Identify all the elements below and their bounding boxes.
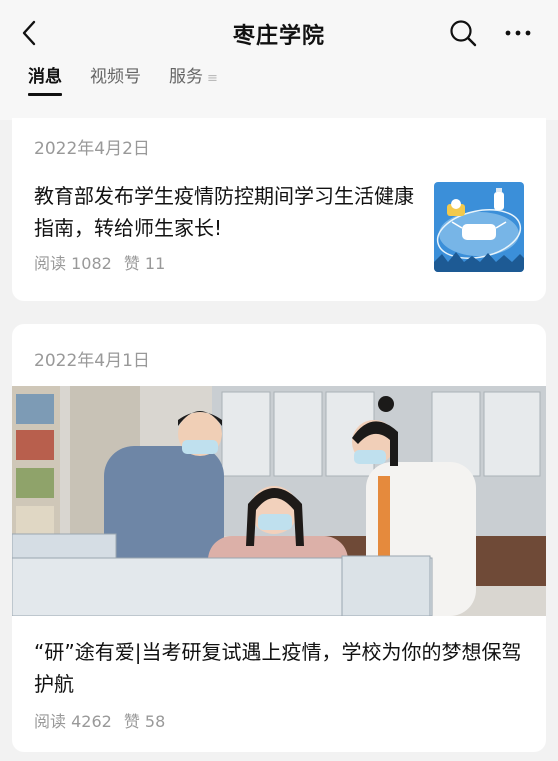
- article-cover-image[interactable]: [12, 386, 546, 616]
- article-card[interactable]: 2022年4月2日 教育部发布学生疫情防控期间学习生活健康指南，转给师生家长! …: [12, 118, 546, 301]
- search-icon: [450, 20, 477, 47]
- menu-icon: ≡: [207, 71, 218, 86]
- article-thumbnail[interactable]: [434, 182, 524, 272]
- more-horizontal-icon: [505, 30, 531, 36]
- like-count: 赞 11: [123, 254, 166, 273]
- tab-services[interactable]: 服务 ≡: [169, 62, 218, 96]
- article-card[interactable]: 2022年4月1日 “研”途有爱|当考研复试遇上疫情，学校为你的梦想保驾护航 阅…: [12, 324, 546, 752]
- article-stats: 阅读 4262 赞 58: [34, 708, 165, 732]
- article-title[interactable]: “研”途有爱|当考研复试遇上疫情，学校为你的梦想保驾护航: [34, 636, 534, 700]
- tab-channels-label: 视频号: [90, 67, 141, 87]
- tab-channels[interactable]: 视频号: [90, 62, 141, 96]
- article-stats: 阅读 1082 赞 11: [34, 250, 165, 274]
- search-button[interactable]: [446, 16, 480, 50]
- top-bar: 枣庄学院 消息 视频号 服务 ≡: [0, 0, 558, 120]
- article-date: 2022年4月1日: [34, 351, 150, 371]
- read-count: 阅读 4262: [34, 712, 112, 731]
- office-photo: [12, 386, 546, 616]
- more-button[interactable]: [500, 16, 536, 50]
- health-guide-illustration: [434, 182, 524, 272]
- tab-bar: 消息 视频号 服务 ≡: [28, 62, 246, 102]
- read-count: 阅读 1082: [34, 254, 112, 273]
- tab-messages-label: 消息: [28, 67, 62, 87]
- tab-services-label: 服务: [169, 67, 203, 87]
- article-date: 2022年4月2日: [34, 139, 150, 159]
- like-count: 赞 58: [123, 712, 166, 731]
- tab-messages[interactable]: 消息: [28, 62, 62, 96]
- article-title[interactable]: 教育部发布学生疫情防控期间学习生活健康指南，转给师生家长!: [34, 180, 424, 244]
